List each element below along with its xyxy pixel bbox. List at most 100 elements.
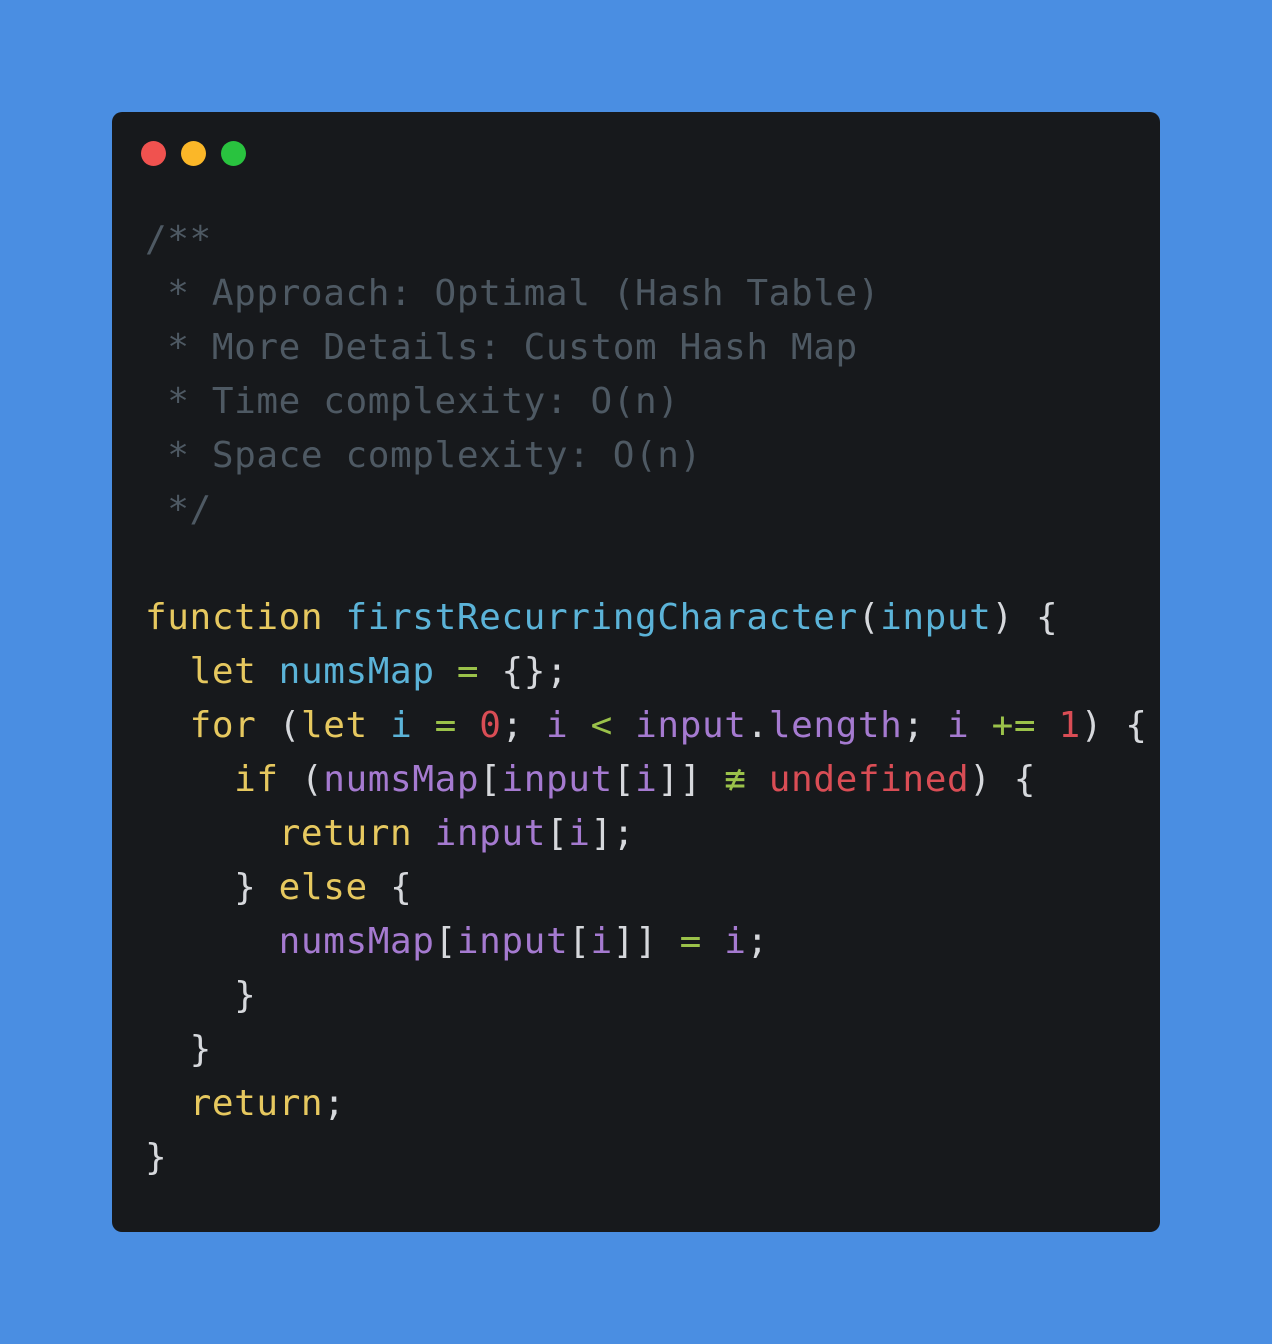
code-token-param: i bbox=[947, 705, 970, 746]
code-token-punct: {}; bbox=[501, 651, 569, 692]
code-line: */ bbox=[145, 483, 1148, 537]
code-line: return input[i]; bbox=[145, 807, 1148, 861]
code-token-punct: [ bbox=[545, 813, 569, 854]
code-token-punct: ; bbox=[501, 705, 524, 746]
code-token-operator: += bbox=[991, 705, 1037, 746]
code-token-punct: } bbox=[189, 1029, 212, 1070]
code-token-punct: ( bbox=[300, 759, 324, 800]
code-token-keyword: for bbox=[189, 705, 257, 746]
code-token-punct: ) { bbox=[991, 597, 1059, 638]
code-line: for (let i = 0; i < input.length; i += 1… bbox=[145, 699, 1148, 753]
code-window: /** * Approach: Optimal (Hash Table) * M… bbox=[112, 112, 1160, 1232]
code-token-punct: . bbox=[746, 705, 769, 746]
maximize-dot[interactable] bbox=[221, 141, 246, 166]
code-line: function firstRecurringCharacter(input) … bbox=[145, 591, 1148, 645]
code-line: * Time complexity: O(n) bbox=[145, 375, 1148, 429]
code-token-punct: } bbox=[234, 975, 257, 1016]
close-dot[interactable] bbox=[141, 141, 166, 166]
code-token-comment: /** bbox=[145, 219, 212, 260]
code-token-param: input bbox=[456, 921, 569, 962]
code-token-punct: ]] bbox=[657, 759, 702, 800]
code-line: return; bbox=[145, 1077, 1148, 1131]
code-token-param: input bbox=[635, 705, 747, 746]
code-line: /** bbox=[145, 213, 1148, 267]
window-controls bbox=[141, 141, 261, 167]
code-token-punct: [ bbox=[479, 759, 502, 800]
code-line: numsMap[input[i]] = i; bbox=[145, 915, 1148, 969]
code-token-property: length bbox=[768, 705, 903, 746]
code-token-punct: ]; bbox=[590, 813, 636, 854]
code-token-operator: = bbox=[456, 651, 480, 692]
code-line: * More Details: Custom Hash Map bbox=[145, 321, 1148, 375]
code-line: if (numsMap[input[i]] ≢ undefined) { bbox=[145, 753, 1148, 807]
code-block: /** * Approach: Optimal (Hash Table) * M… bbox=[145, 213, 1148, 1185]
code-token-operator: < bbox=[590, 705, 613, 746]
code-token-param: input bbox=[434, 813, 546, 854]
code-token-param: i bbox=[546, 705, 569, 746]
code-token-keyword: return bbox=[189, 1083, 324, 1124]
code-token-punct: ) { bbox=[969, 759, 1037, 800]
minimize-dot[interactable] bbox=[181, 141, 206, 166]
code-token-operator: ≢ bbox=[724, 759, 747, 800]
code-token-keyword: else bbox=[278, 867, 368, 908]
code-line: let numsMap = {}; bbox=[145, 645, 1148, 699]
code-token-punct: { bbox=[390, 867, 413, 908]
code-token-keyword: if bbox=[234, 759, 279, 800]
code-token-operator: = bbox=[434, 705, 457, 746]
code-token-comment: * More Details: Custom Hash Map bbox=[145, 327, 858, 368]
code-token-comment: * Approach: Optimal (Hash Table) bbox=[145, 273, 881, 314]
code-line: } bbox=[145, 1131, 1148, 1185]
code-token-keyword: function bbox=[145, 597, 324, 638]
code-token-param: input bbox=[501, 759, 613, 800]
code-line: * Space complexity: O(n) bbox=[145, 429, 1148, 483]
code-token-punct: ; bbox=[746, 921, 769, 962]
code-token-punct: ( bbox=[278, 705, 301, 746]
code-token-variable: input bbox=[880, 597, 992, 638]
code-token-comment: * Time complexity: O(n) bbox=[145, 381, 680, 422]
code-token-punct: ( bbox=[857, 597, 881, 638]
code-line: * Approach: Optimal (Hash Table) bbox=[145, 267, 1148, 321]
code-token-number: 0 bbox=[479, 705, 502, 746]
code-token-param: i bbox=[568, 813, 591, 854]
code-token-punct: ; bbox=[323, 1083, 346, 1124]
code-token-comment: * Space complexity: O(n) bbox=[145, 435, 702, 476]
code-line: } else { bbox=[145, 861, 1148, 915]
code-token-punct: ; bbox=[902, 705, 925, 746]
code-token-number: 1 bbox=[1058, 705, 1081, 746]
code-token-operator: = bbox=[679, 921, 702, 962]
code-token-param: i bbox=[590, 921, 613, 962]
code-token-keyword: let bbox=[300, 705, 368, 746]
code-line: } bbox=[145, 969, 1148, 1023]
code-token-punct: } bbox=[234, 867, 257, 908]
code-token-punct: [ bbox=[612, 759, 636, 800]
code-token-punct: [ bbox=[568, 921, 591, 962]
code-token-param: i bbox=[724, 921, 747, 962]
code-token-param: numsMap bbox=[323, 759, 480, 800]
